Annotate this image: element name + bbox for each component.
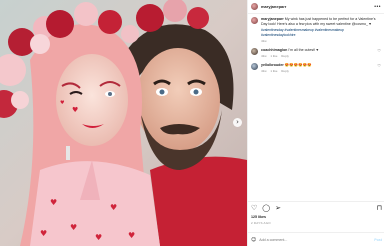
svg-text:♥: ♥ — [40, 229, 47, 238]
chevron-right-icon[interactable]: › — [233, 118, 242, 127]
svg-text:♥: ♥ — [72, 106, 78, 114]
author-username[interactable]: maryjaneparr — [261, 4, 286, 9]
list-item: coachhimaglon I'm all the cutest! ♥ 43w … — [251, 47, 381, 58]
photo-image: ♥ ♥ ♥ ♥ ♥ ♥ ♥ ♥ — [0, 0, 247, 246]
heart-icon[interactable]: ♡ — [251, 204, 257, 212]
avatar[interactable] — [251, 62, 258, 70]
comments-list: maryjaneparr My wink has just happened t… — [248, 14, 384, 73]
svg-text:♥: ♥ — [70, 223, 77, 232]
share-icon[interactable]: ➢ — [275, 204, 281, 212]
comment-content: 😍😍😍😍😍😍 — [284, 62, 312, 67]
avatar[interactable] — [251, 17, 258, 24]
bookmark-icon[interactable]: ⊓ — [377, 204, 382, 212]
caption-hashtags[interactable]: #valentinesday #valentinesmakeup #valent… — [261, 28, 379, 37]
comment-likes[interactable]: 1 like — [270, 54, 277, 58]
instagram-post: ♥ ♥ ♥ ♥ ♥ ♥ ♥ ♥ › maryjaneparr ••• maryj… — [0, 0, 384, 246]
caption: maryjaneparr My wink has just happened t… — [251, 17, 381, 43]
svg-text:♥: ♥ — [95, 233, 102, 242]
caption-meta: 43w — [261, 39, 379, 43]
heart-icon[interactable]: ♡ — [377, 48, 381, 53]
post-photo[interactable]: ♥ ♥ ♥ ♥ ♥ ♥ ♥ ♥ › — [0, 0, 247, 246]
add-comment-bar: ☺ Post — [248, 232, 384, 246]
reply-link[interactable]: Reply — [281, 54, 289, 58]
comment-input[interactable] — [259, 237, 355, 242]
post-date: 2 DAYS AGO — [251, 221, 271, 225]
avatar[interactable] — [251, 47, 258, 55]
comment-body: coachhimaglon I'm all the cutest! ♥ 43w … — [261, 48, 377, 58]
comment-time: 43w — [261, 68, 267, 73]
comment-username[interactable]: coachhimaglon — [261, 48, 287, 52]
svg-text:♥: ♥ — [50, 198, 57, 207]
action-bar: ♡ ◯ ➢ ⊓ — [248, 201, 384, 213]
post-sidebar: maryjaneparr ••• maryjaneparr My wink ha… — [247, 0, 384, 246]
comment-content: I'm all the cutest! ♥ — [288, 47, 319, 52]
caption-body: maryjaneparr My wink has just happened t… — [261, 17, 379, 43]
caption-time: 43w — [261, 38, 267, 43]
comment-time: 43w — [261, 53, 267, 58]
heart-icon[interactable]: ♡ — [377, 63, 381, 68]
more-dots-icon[interactable]: ••• — [374, 4, 381, 10]
comment-text: coachhimaglon I'm all the cutest! ♥ — [261, 48, 377, 53]
comment-meta: 43w 1 like Reply — [261, 69, 377, 73]
post-button[interactable]: Post — [374, 238, 382, 242]
svg-text:♥: ♥ — [60, 100, 65, 106]
caption-text: maryjaneparr My wink has just happened t… — [261, 17, 379, 26]
comment-username[interactable]: yellolbrouder — [261, 63, 284, 67]
avatar[interactable] — [251, 3, 258, 10]
post-header: maryjaneparr ••• — [248, 0, 384, 14]
caption-username[interactable]: maryjaneparr — [261, 17, 284, 21]
comment-meta: 43w 1 like Reply — [261, 54, 377, 58]
list-item: yellolbrouder 😍😍😍😍😍😍 43w 1 like Reply ♡ — [251, 62, 381, 73]
svg-text:♥: ♥ — [128, 231, 135, 240]
comment-icon[interactable]: ◯ — [262, 204, 270, 212]
comment-likes[interactable]: 1 like — [270, 69, 277, 73]
emoji-icon[interactable]: ☺ — [251, 237, 256, 243]
svg-text:♥: ♥ — [110, 203, 117, 212]
comment-body: yellolbrouder 😍😍😍😍😍😍 43w 1 like Reply — [261, 63, 377, 73]
likes-count[interactable]: 125 likes — [251, 215, 266, 219]
comment-text: yellolbrouder 😍😍😍😍😍😍 — [261, 63, 377, 68]
reply-link[interactable]: Reply — [281, 69, 289, 73]
